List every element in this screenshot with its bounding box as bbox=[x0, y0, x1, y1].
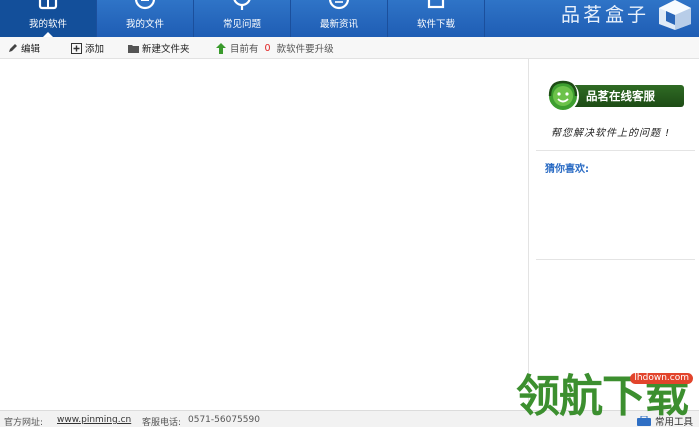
tab-download[interactable]: 软件下载 bbox=[388, 0, 485, 37]
online-service-label: 品茗在线客服 bbox=[566, 85, 684, 107]
question-pin-icon bbox=[233, 0, 251, 10]
watermark-domain: lhdown.com bbox=[630, 373, 693, 384]
tab-my-software[interactable]: 我的软件 bbox=[0, 0, 97, 37]
tab-news[interactable]: 最新资讯 bbox=[291, 0, 388, 37]
toolbar: 编辑 添加 新建文件夹 目前有 0 款软件要升级 bbox=[0, 37, 699, 59]
tab-label: 我的软件 bbox=[28, 19, 67, 30]
tab-label: 常见问题 bbox=[222, 19, 261, 30]
file-circle-icon bbox=[134, 0, 156, 10]
upgrade-prefix: 目前有 bbox=[230, 44, 259, 55]
phone-label: 客服电话: bbox=[142, 418, 182, 427]
upgrade-suffix: 款软件要升级 bbox=[276, 44, 334, 55]
app-window: 我的软件 我的文件 常见问题 最新资讯 软件下载 品茗盒子 编辑 添加 新建文件… bbox=[0, 0, 699, 427]
tab-label: 软件下载 bbox=[416, 19, 455, 30]
website-label: 官方网址: bbox=[4, 418, 44, 427]
online-service-button[interactable]: 品茗在线客服 bbox=[546, 79, 686, 113]
watermark: 领航下载 lhdown.com bbox=[516, 370, 699, 427]
brand-name: 品茗盒子 bbox=[560, 4, 649, 26]
tab-label: 最新资讯 bbox=[319, 19, 358, 30]
add-button[interactable]: 添加 bbox=[71, 41, 104, 55]
guess-you-like-title: 猜你喜欢: bbox=[545, 164, 589, 175]
plus-box-icon bbox=[71, 42, 82, 54]
tab-my-files[interactable]: 我的文件 bbox=[97, 0, 194, 37]
upgrade-count: 0 bbox=[264, 42, 271, 54]
phone-number: 0571-56075590 bbox=[188, 415, 260, 425]
divider bbox=[536, 259, 695, 260]
add-label: 添加 bbox=[85, 44, 105, 55]
tab-label: 我的文件 bbox=[125, 19, 164, 30]
upgrade-notice: 目前有 0 款软件要升级 bbox=[216, 41, 334, 55]
website-link[interactable]: www.pinming.cn bbox=[57, 415, 131, 425]
side-panel: 品茗在线客服 帮您解决软件上的问题 ! 猜你喜欢: bbox=[529, 59, 699, 410]
arrow-up-icon bbox=[216, 42, 226, 54]
edit-button[interactable]: 编辑 bbox=[8, 41, 40, 55]
top-nav-bar: 我的软件 我的文件 常见问题 最新资讯 软件下载 品茗盒子 bbox=[0, 0, 699, 37]
download-box-icon bbox=[427, 0, 445, 9]
divider bbox=[536, 150, 695, 151]
pencil-icon bbox=[9, 44, 17, 52]
tab-faq[interactable]: 常见问题 bbox=[194, 0, 291, 37]
software-list-area[interactable] bbox=[0, 59, 529, 410]
new-folder-button[interactable]: 新建文件夹 bbox=[128, 41, 190, 55]
software-box-icon bbox=[38, 0, 58, 10]
edit-label: 编辑 bbox=[21, 44, 41, 55]
cube-logo-icon bbox=[659, 0, 691, 30]
new-folder-label: 新建文件夹 bbox=[142, 44, 190, 55]
news-circle-icon bbox=[328, 0, 350, 10]
service-slogan: 帮您解决软件上的问题 ! bbox=[551, 128, 671, 139]
headset-smiley-icon bbox=[547, 80, 579, 112]
folder-icon bbox=[128, 44, 139, 53]
